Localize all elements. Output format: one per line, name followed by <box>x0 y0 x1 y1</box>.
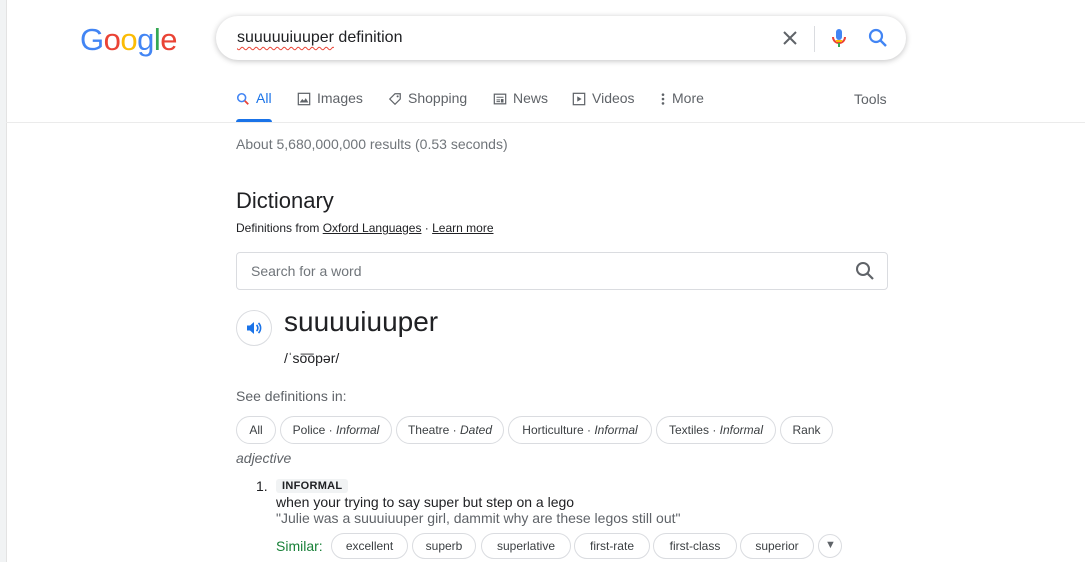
chip-label: Horticulture <box>522 423 584 437</box>
source-separator: · <box>421 221 433 235</box>
tab-label: News <box>513 90 549 106</box>
chip-label: first-rate <box>589 539 634 553</box>
domain-chip-rank[interactable]: Rank <box>780 416 833 444</box>
similar-label: Similar: <box>276 538 323 554</box>
similar-chip[interactable]: excellent <box>331 533 408 559</box>
image-icon <box>297 92 313 109</box>
definition-text: when your trying to say super but step o… <box>276 494 575 510</box>
domain-chip-theatre[interactable]: Theatre · Dated <box>396 416 504 444</box>
tab-label: Videos <box>592 90 635 106</box>
sense-number: 1. <box>256 478 268 494</box>
chip-label: superior <box>755 539 799 553</box>
newspaper-icon <box>493 92 509 109</box>
word-search-input[interactable]: Search for a word <box>251 263 362 279</box>
similar-chip[interactable]: first-class <box>653 533 737 559</box>
misspelled-word: suuuuuiuuper <box>237 29 334 46</box>
search-bar[interactable]: suuuuuiuuper definition <box>216 16 906 60</box>
domain-chip-textiles[interactable]: Textiles · Informal <box>656 416 776 444</box>
similar-chip[interactable]: first-rate <box>574 533 650 559</box>
domain-chip-horticulture[interactable]: Horticulture · Informal <box>508 416 652 444</box>
chip-label: first-class <box>669 539 721 553</box>
headword: suuuuiuuper <box>284 306 439 337</box>
tab-label: More <box>672 90 704 106</box>
chip-sep: · <box>449 423 460 437</box>
tab-images[interactable]: Images <box>297 90 363 122</box>
more-vert-icon <box>660 92 668 109</box>
similar-chip[interactable]: superb <box>412 533 476 559</box>
chip-tag: Informal <box>336 423 380 437</box>
chip-sep: · <box>583 423 595 437</box>
header-divider <box>6 122 1085 123</box>
example-sentence: "Julie was a suuuiuuper girl, dammit why… <box>276 510 681 526</box>
chip-label: superb <box>425 539 463 553</box>
tab-label: Shopping <box>408 90 468 106</box>
search-icon <box>236 92 252 109</box>
play-icon <box>572 92 588 109</box>
logo-letter: o <box>103 22 121 57</box>
chip-label: superlative <box>496 539 556 553</box>
see-definitions-label: See definitions in: <box>236 388 347 404</box>
chip-tag: Informal <box>594 423 638 437</box>
expand-similar-button[interactable]: ▼ <box>818 534 842 558</box>
chip-sep: · <box>325 423 336 437</box>
logo-letter: e <box>160 22 178 57</box>
search-input[interactable]: suuuuuiuuper definition <box>237 29 402 47</box>
learn-more-link[interactable]: Learn more <box>432 221 493 235</box>
browser-edge <box>0 0 7 562</box>
pronounce-button[interactable] <box>236 310 272 346</box>
chip-label: All <box>249 423 263 437</box>
chevron-down-icon: ▼ <box>825 539 836 551</box>
tab-shopping[interactable]: Shopping <box>388 90 467 122</box>
dictionary-source: Definitions from Oxford Languages · Lear… <box>236 221 494 235</box>
phonetic-spelling: /ˈso͞opər/ <box>284 350 340 366</box>
chip-tag: Dated <box>460 423 493 437</box>
chip-sep: · <box>708 423 720 437</box>
tag-icon <box>388 92 404 109</box>
chip-label: Textiles <box>668 423 709 437</box>
similar-chip[interactable]: superior <box>740 533 814 559</box>
word-search-box[interactable]: Search for a word <box>236 252 888 290</box>
tab-label: All <box>256 90 272 106</box>
tools-button[interactable]: Tools <box>854 91 887 107</box>
mic-icon[interactable] <box>827 26 851 50</box>
dictionary-title: Dictionary <box>236 188 334 213</box>
chip-label: Rank <box>792 423 821 437</box>
domain-chip-police[interactable]: Police · Informal <box>280 416 392 444</box>
tab-news[interactable]: News <box>493 90 548 122</box>
search-icon[interactable] <box>855 261 875 286</box>
part-of-speech: adjective <box>236 450 292 466</box>
google-logo[interactable]: Google <box>80 22 178 58</box>
logo-letter: G <box>80 22 104 57</box>
chip-tag: Informal <box>719 423 764 437</box>
tab-more[interactable]: More <box>660 90 704 122</box>
chip-label: Police <box>292 423 326 437</box>
similar-chip[interactable]: superlative <box>481 533 571 559</box>
tab-videos[interactable]: Videos <box>572 90 635 122</box>
oxford-languages-link[interactable]: Oxford Languages <box>323 221 422 235</box>
domain-chip-all[interactable]: All <box>236 416 276 444</box>
logo-letter: o <box>120 22 138 57</box>
tab-all[interactable]: All <box>236 90 272 122</box>
speaker-icon <box>247 322 262 334</box>
logo-letter: g <box>137 22 154 57</box>
search-icon[interactable] <box>866 26 890 50</box>
register-label: INFORMAL <box>276 479 349 493</box>
tab-label: Images <box>317 90 363 106</box>
close-icon[interactable] <box>778 26 802 50</box>
chip-label: excellent <box>345 539 394 553</box>
result-stats: About 5,680,000,000 results (0.53 second… <box>236 136 508 152</box>
query-rest: definition <box>333 29 403 46</box>
search-divider <box>814 26 815 52</box>
chip-label: Theatre <box>407 423 450 437</box>
source-prefix: Definitions from <box>236 221 323 235</box>
